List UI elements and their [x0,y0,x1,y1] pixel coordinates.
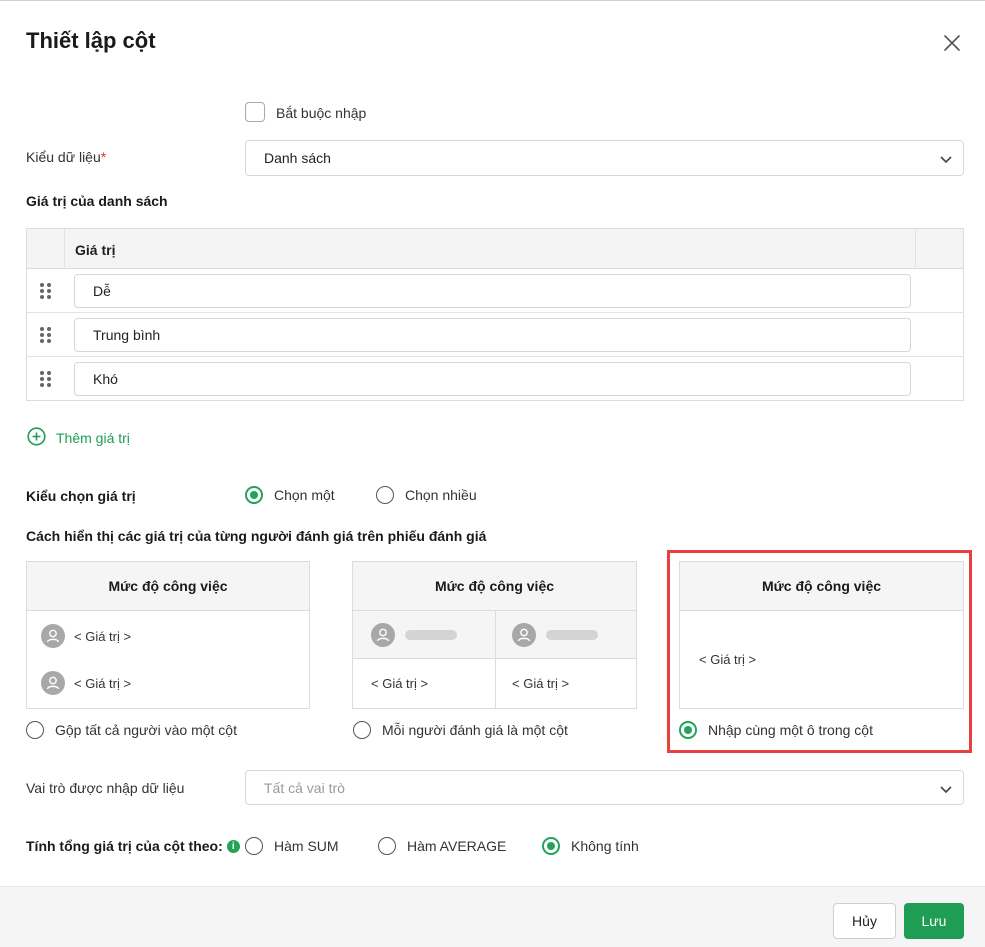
value-input[interactable]: Trung bình [74,318,911,352]
radio-label: Mỗi người đánh giá là một cột [382,722,568,738]
cancel-button[interactable]: Hủy [833,903,896,939]
total-label-group: Tính tổng giá trị của cột theo: i [26,838,240,854]
value-placeholder: < Giá trị > [74,675,132,691]
values-table: Giá trị Dễ Trung bình Khó [26,228,964,401]
table-header: Giá trị [27,229,963,269]
radio-average[interactable]: Hàm AVERAGE [378,837,506,855]
dialog-title: Thiết lập cột [26,28,156,53]
role-placeholder: Tất cả vai trò [264,779,345,796]
radio-single-select[interactable]: Chọn một [245,486,335,504]
card-row: < Giá trị > [41,624,131,648]
card-reviewer [371,623,457,647]
value-input[interactable]: Dễ [74,274,911,308]
radio-off-icon [353,721,371,739]
table-row: Khó [27,357,963,401]
value-placeholder: < Giá trị > [371,676,429,691]
radio-on-icon [245,486,263,504]
radio-label: Chọn một [274,487,335,503]
name-placeholder [405,630,457,640]
list-values-heading: Giá trị của danh sách [26,193,168,209]
radio-sum[interactable]: Hàm SUM [245,837,339,855]
user-avatar-icon [371,623,395,647]
total-label: Tính tổng giá trị của cột theo: [26,838,223,854]
role-select[interactable]: Tất cả vai trò [245,770,964,805]
user-avatar-icon [41,624,65,648]
radio-label: Gộp tất cả người vào một cột [55,722,237,738]
radio-multi-select[interactable]: Chọn nhiều [376,486,477,504]
value-placeholder: < Giá trị > [74,628,132,644]
info-icon[interactable]: i [226,839,240,853]
radio-label: Hàm AVERAGE [407,838,507,854]
radio-off-icon [245,837,263,855]
value-input[interactable]: Khó [74,362,911,396]
user-avatar-icon [512,623,536,647]
card-reviewer [512,623,598,647]
save-button[interactable]: Lưu [904,903,964,939]
table-row: Trung bình [27,313,963,357]
selected-option-highlight [667,550,972,753]
add-value-label: Thêm giá trị [56,430,130,446]
drag-handle-icon[interactable] [39,282,53,300]
display-card-merged[interactable]: Mức độ công việc < Giá trị > < Giá trị > [26,561,310,709]
selection-type-label: Kiểu chọn giá trị [26,488,136,504]
radio-off-icon [378,837,396,855]
data-type-label: Kiểu dữ liệu* [26,149,107,165]
radio-label: Chọn nhiều [405,487,477,503]
card-title: Mức độ công việc [353,562,636,611]
dialog-footer: Hủy Lưu [0,886,985,947]
drag-handle-icon[interactable] [39,326,53,344]
radio-merge-all[interactable]: Gộp tất cả người vào một cột [26,721,237,739]
plus-circle-icon [27,427,46,449]
drag-handle-icon[interactable] [39,370,53,388]
chevron-down-icon [939,782,953,796]
add-value-button[interactable]: Thêm giá trị [27,427,130,449]
card-title: Mức độ công việc [27,562,309,611]
data-type-select[interactable]: Danh sách [245,140,964,176]
radio-on-icon [542,837,560,855]
display-heading: Cách hiển thị các giá trị của từng người… [26,528,487,544]
radio-off-icon [26,721,44,739]
user-avatar-icon [41,671,65,695]
table-row: Dễ [27,269,963,313]
role-label: Vai trò được nhập dữ liệu [26,780,185,796]
data-type-value: Danh sách [264,150,331,166]
column-settings-dialog: Thiết lập cột Bắt buộc nhập Kiểu dữ liệu… [0,0,985,947]
close-icon[interactable] [940,31,964,55]
required-checkbox-label: Bắt buộc nhập [276,105,367,121]
table-header-value: Giá trị [75,242,116,258]
value-placeholder: < Giá trị > [512,676,570,691]
radio-label: Không tính [571,838,639,854]
radio-off-icon [376,486,394,504]
chevron-down-icon [939,152,953,166]
radio-per-reviewer[interactable]: Mỗi người đánh giá là một cột [353,721,568,739]
required-checkbox[interactable] [245,102,265,122]
display-card-per-reviewer[interactable]: Mức độ công việc < Giá trị > < Giá trị > [352,561,637,709]
card-row: < Giá trị > [41,671,131,695]
name-placeholder [546,630,598,640]
radio-label: Hàm SUM [274,838,339,854]
radio-no-calc[interactable]: Không tính [542,837,639,855]
